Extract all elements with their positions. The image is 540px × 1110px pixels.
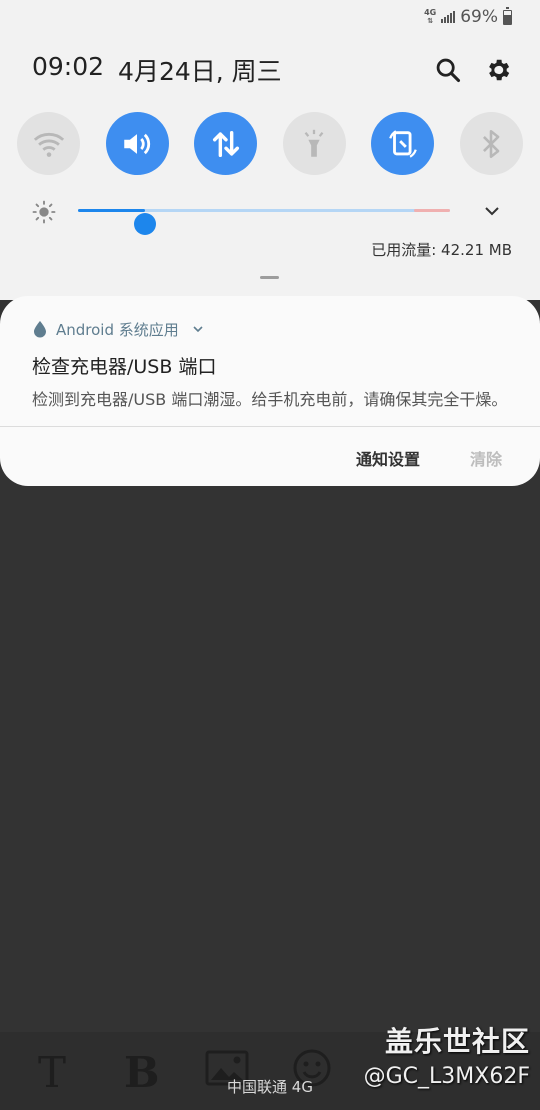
brightness-row xyxy=(30,195,510,235)
notification-card[interactable]: Android 系统应用 检查充电器/USB 端口 检测到充电器/USB 端口潮… xyxy=(0,296,540,486)
search-icon[interactable] xyxy=(434,56,462,84)
wifi-icon xyxy=(33,132,64,157)
watermark-user: @GC_L3MX62F xyxy=(363,1064,530,1089)
date[interactable]: 4月24日, 周三 xyxy=(118,52,282,88)
panel-drag-handle[interactable] xyxy=(260,276,279,279)
notification-app-name: Android 系统应用 xyxy=(56,320,179,339)
brightness-warning-zone xyxy=(414,209,450,212)
mobile-data-icon xyxy=(212,130,239,157)
bluetooth-icon xyxy=(483,129,500,158)
status-bar: 4G ⇅ 69% xyxy=(424,6,512,28)
water-drop-icon xyxy=(34,321,46,338)
battery-icon xyxy=(503,6,512,25)
notification-settings-button[interactable]: 通知设置 xyxy=(356,446,420,470)
quick-panel: 4G ⇅ 69% 09:02 4月24日, 周三 已用流量: 42.21 MB xyxy=(0,0,540,300)
watermark-site: 盖乐世社区 xyxy=(384,1025,530,1058)
signal-icon xyxy=(441,11,456,23)
date-row: 09:02 4月24日, 周三 xyxy=(32,52,512,88)
sound-icon xyxy=(124,133,151,154)
flashlight-toggle[interactable] xyxy=(282,112,346,175)
notification-text: 检测到充电器/USB 端口潮湿。给手机充电前，请确保其完全干燥。 xyxy=(32,390,508,409)
brightness-icon xyxy=(32,200,56,224)
brightness-slider[interactable] xyxy=(78,209,450,235)
mobile-data-toggle[interactable] xyxy=(194,112,258,175)
bluetooth-toggle[interactable] xyxy=(459,112,523,175)
datetime[interactable]: 09:02 4月24日, 周三 xyxy=(32,52,282,88)
notification-header[interactable]: Android 系统应用 xyxy=(32,318,205,340)
auto-rotate-toggle[interactable] xyxy=(371,112,435,175)
quick-toggles xyxy=(17,112,523,176)
data-usage-label: 已用流量: 42.21 MB xyxy=(371,241,512,259)
gear-icon[interactable] xyxy=(484,56,512,84)
brightness-fill xyxy=(78,209,145,212)
sound-toggle[interactable] xyxy=(105,112,169,175)
wifi-toggle[interactable] xyxy=(17,112,80,175)
brightness-thumb[interactable] xyxy=(133,213,156,235)
chevron-down-icon[interactable] xyxy=(480,199,504,223)
watermark: 盖乐世社区 @GC_L3MX62F xyxy=(364,1020,530,1089)
clear-button[interactable]: 清除 xyxy=(470,446,502,470)
notification-title: 检查充电器/USB 端口 xyxy=(32,356,217,378)
clock[interactable]: 09:02 xyxy=(32,52,104,88)
battery-percent: 69% xyxy=(460,7,498,27)
chevron-down-icon[interactable] xyxy=(191,322,205,336)
flashlight-icon xyxy=(304,129,324,157)
divider xyxy=(0,426,540,427)
network-type-indicator: 4G ⇅ xyxy=(424,8,437,26)
auto-rotate-icon xyxy=(389,129,417,158)
